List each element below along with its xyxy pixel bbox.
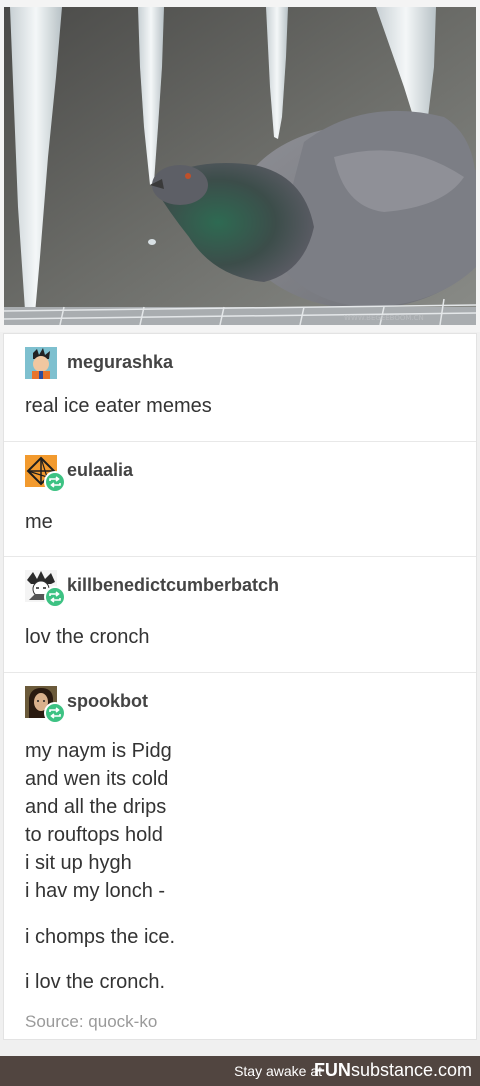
brand-rest: substance.com [350, 1060, 472, 1080]
post-source-link[interactable]: Source: quock-ko [25, 1012, 157, 1032]
post-username[interactable]: eulaalia [67, 460, 133, 481]
thread-post-spookbot: spookbot my naym is Pidg and wen its col… [4, 673, 476, 1041]
site-footer-banner[interactable]: Stay awake at FUNsubstance.com [0, 1056, 480, 1086]
post-username[interactable]: killbenedictcumberbatch [67, 575, 279, 596]
poem-line: i chomps the ice. [25, 926, 176, 948]
poem-stanza: my naym is Pidg and wen its cold and all… [25, 740, 172, 902]
reblog-thread: megurashka real ice eater memes eulaalia… [3, 333, 477, 1040]
footer-tagline: Stay awake at [234, 1063, 322, 1079]
poem-line: i lov the cronch. [25, 971, 166, 993]
post-text: real ice eater memes [25, 395, 212, 417]
thread-post-killbenedictcumberbatch: killbenedictcumberbatch lov the cronch [4, 557, 476, 673]
reblog-icon [44, 702, 66, 724]
brand-bold: FUN [313, 1060, 351, 1080]
post-photo[interactable]: WWW.BEGEEBOOM.CN [0, 0, 480, 332]
thread-post-eulaalia: eulaalia me [4, 442, 476, 557]
post-text: me [25, 511, 53, 533]
post-username[interactable]: spookbot [67, 691, 148, 712]
anime-avatar-icon [25, 347, 57, 379]
reblog-icon [44, 471, 66, 493]
reblog-icon [44, 586, 66, 608]
brand-logo: FUNsubstance.com [314, 1060, 472, 1081]
pigeon-photo: WWW.BEGEEBOOM.CN [4, 7, 476, 325]
thread-post-megurashka: megurashka real ice eater memes [4, 334, 476, 442]
post-text: lov the cronch [25, 626, 150, 648]
watermark: WWW.BEGEEBOOM.CN [344, 314, 424, 322]
avatar-megurashka[interactable] [25, 347, 57, 379]
post-username[interactable]: megurashka [67, 352, 173, 373]
